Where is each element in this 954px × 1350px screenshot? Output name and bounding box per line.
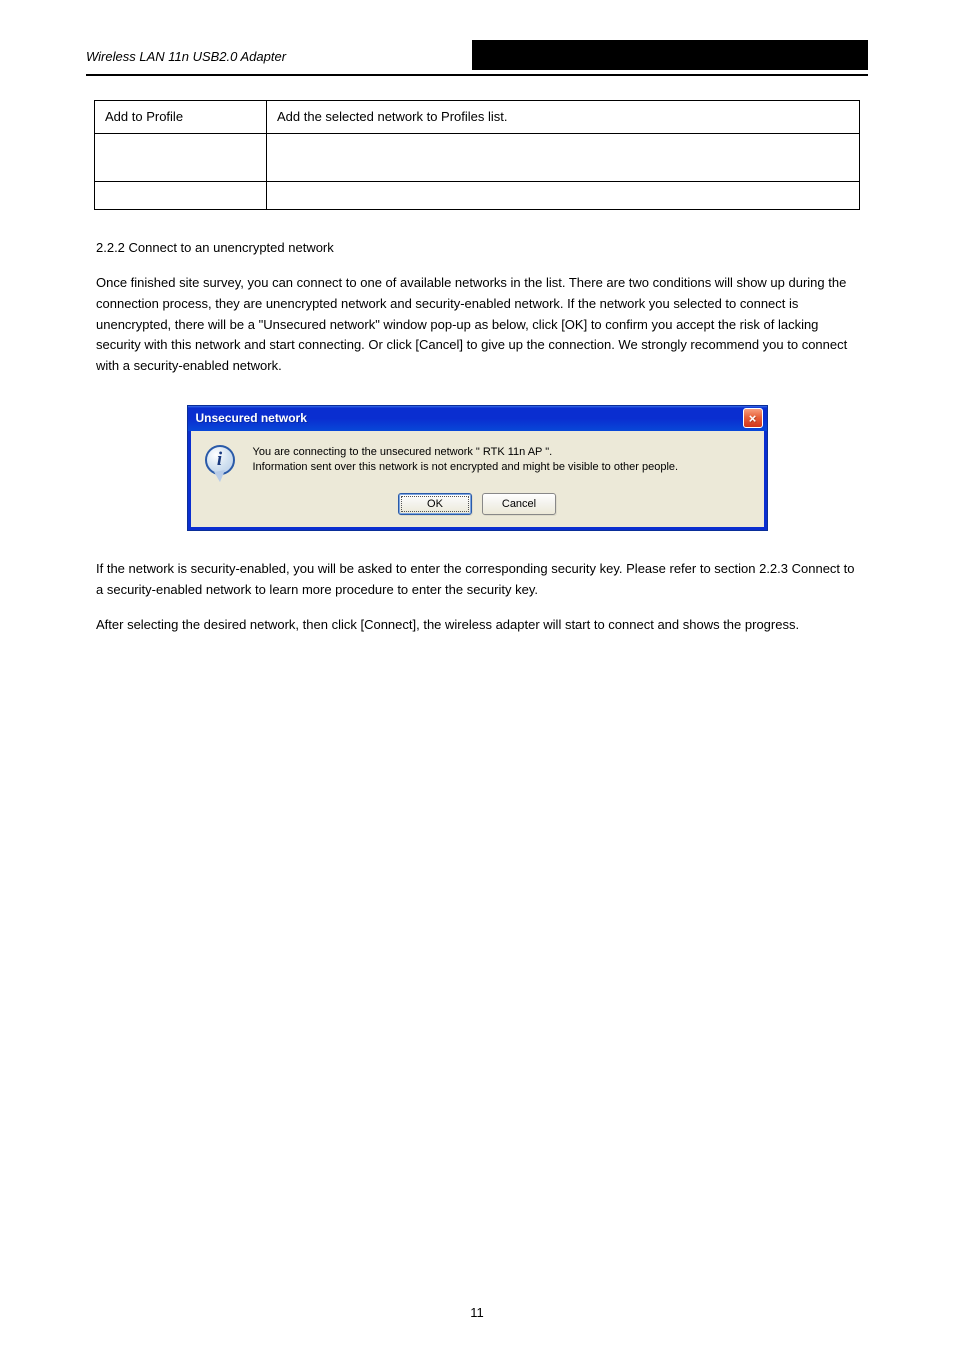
- table-row: Add to Profile Add the selected network …: [95, 101, 860, 134]
- body-paragraph: Once finished site survey, you can conne…: [96, 273, 858, 377]
- param-desc: [267, 182, 860, 210]
- close-button[interactable]: ×: [743, 408, 763, 428]
- dialog-message: You are connecting to the unsecured netw…: [253, 445, 679, 475]
- header-divider: [86, 74, 868, 76]
- table-row: [95, 182, 860, 210]
- page-number: 11: [0, 1305, 954, 1320]
- param-name: Add to Profile: [95, 101, 267, 134]
- body-paragraph: If the network is security-enabled, you …: [96, 559, 858, 601]
- dialog-title: Unsecured network: [196, 411, 743, 425]
- param-desc: [267, 134, 860, 182]
- body-paragraph: After selecting the desired network, the…: [96, 615, 858, 636]
- param-name: [95, 134, 267, 182]
- table-row: [95, 134, 860, 182]
- close-icon: ×: [749, 412, 757, 425]
- doc-header-blackbar: [472, 40, 868, 70]
- info-icon: i: [205, 445, 239, 479]
- doc-header-left: Wireless LAN 11n USB2.0 Adapter: [86, 49, 472, 70]
- param-desc: Add the selected network to Profiles lis…: [267, 101, 860, 134]
- ok-button[interactable]: OK: [398, 493, 472, 515]
- section-heading: 2.2.2 Connect to an unencrypted network: [96, 238, 858, 259]
- dialog-titlebar: Unsecured network ×: [188, 406, 767, 431]
- param-name: [95, 182, 267, 210]
- unsecured-network-dialog: Unsecured network × i You are connecting…: [187, 405, 768, 531]
- cancel-button[interactable]: Cancel: [482, 493, 556, 515]
- parameter-table: Add to Profile Add the selected network …: [94, 100, 860, 210]
